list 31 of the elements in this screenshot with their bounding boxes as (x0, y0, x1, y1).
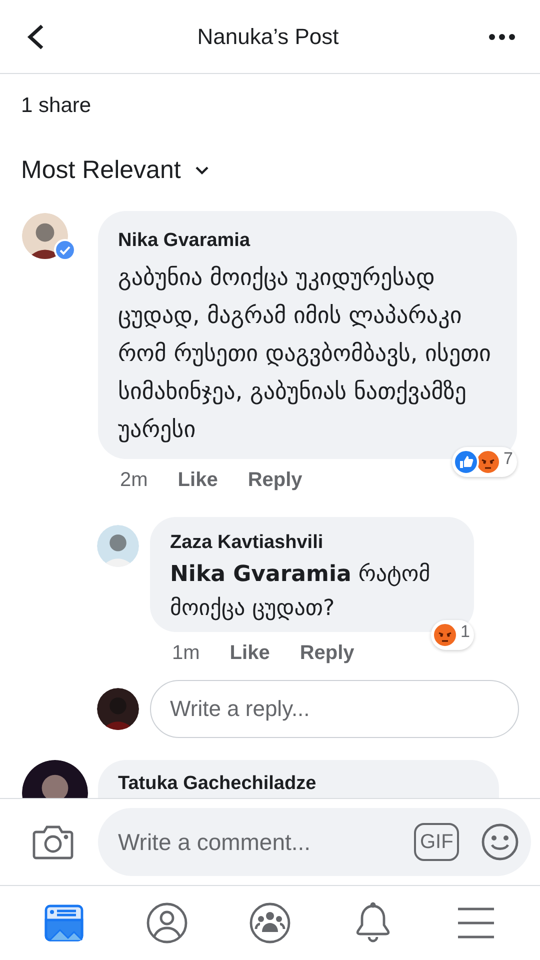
like-button[interactable]: Like (230, 638, 270, 668)
reaction-count: 7 (504, 448, 513, 470)
avatar-icon (97, 688, 139, 730)
reply-text: Nika Gvaramia რატომ მოიქცა ცუდათ? (170, 560, 432, 622)
reaction-count: 1 (460, 620, 470, 643)
comment-time: 1m (172, 640, 200, 666)
profile-icon[interactable] (144, 901, 189, 945)
camera-button[interactable] (32, 823, 74, 861)
reply-button[interactable]: Reply (300, 638, 354, 668)
reply-button[interactable]: Reply (248, 465, 302, 495)
comment-field[interactable]: Write a comment... GIF (98, 808, 532, 876)
emoji-icon[interactable] (481, 823, 520, 861)
more-icon (488, 32, 516, 40)
more-options-button[interactable] (488, 32, 516, 40)
comment-author[interactable]: Nika Gvaramia (118, 226, 497, 255)
reaction-summary[interactable]: 1 (430, 620, 474, 650)
header-title: Nanuka’s Post (197, 23, 339, 51)
avatar-icon (97, 525, 139, 567)
share-count[interactable]: 1 share (21, 90, 92, 122)
comment-text: გაბუნია მოიქცა უკიდურესად ცუდად, მაგრამ იმის ლაპარაკი რომ რუსეთი დაგვბომბავს, ისეთი სიმახინჯეა, გაბუნიას ნათქვამზე უარესი (118, 264, 492, 445)
sort-dropdown[interactable]: Most Relevant (21, 152, 209, 190)
reply-author[interactable]: Zaza Kavtiashvili (170, 529, 454, 558)
comment-time: 2m (120, 468, 148, 493)
reply-input-field[interactable]: Write a reply... (150, 680, 519, 738)
reaction-summary[interactable]: 7 (452, 447, 517, 477)
like-button[interactable]: Like (178, 465, 218, 495)
camera-icon (32, 823, 74, 861)
gif-button[interactable]: GIF (414, 823, 460, 861)
comment-author[interactable]: Tatuka Gachechiladze (118, 770, 479, 798)
chevron-down-icon (194, 166, 209, 176)
groups-icon[interactable] (248, 901, 292, 945)
